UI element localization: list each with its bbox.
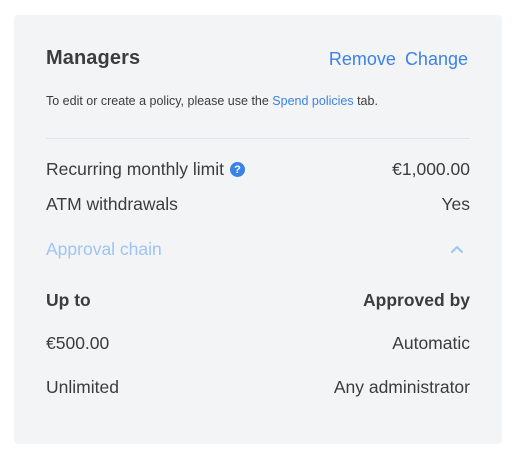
header-actions: Remove Change	[329, 49, 468, 70]
monthly-limit-label: Recurring monthly limit	[46, 159, 224, 179]
monthly-limit-label-wrap: Recurring monthly limit ?	[46, 159, 245, 180]
divider	[46, 138, 470, 139]
column-approved-by: Approved by	[363, 290, 470, 310]
atm-withdrawals-label: ATM withdrawals	[46, 194, 178, 214]
approval-table-header: Up to Approved by	[46, 290, 470, 311]
column-up-to: Up to	[46, 290, 91, 310]
approval-chain-label: Approval chain	[46, 238, 162, 259]
row-up-to: Unlimited	[46, 377, 119, 397]
atm-withdrawals-value: Yes	[441, 194, 470, 214]
atm-withdrawals-row: ATM withdrawals Yes	[46, 194, 470, 215]
monthly-limit-value: €1,000.00	[392, 159, 470, 179]
managers-card: Managers Remove Change To edit or create…	[14, 15, 502, 444]
card-title: Managers	[46, 46, 141, 69]
row-up-to: €500.00	[46, 333, 110, 353]
policy-note-suffix: tab.	[353, 94, 378, 108]
monthly-limit-row: Recurring monthly limit ? €1,000.00	[46, 159, 470, 180]
remove-button[interactable]: Remove	[329, 49, 396, 70]
card-header: Managers Remove Change	[46, 43, 468, 73]
row-approved-by: Automatic	[392, 333, 470, 353]
table-row: €500.00 Automatic	[46, 333, 470, 354]
policy-note: To edit or create a policy, please use t…	[46, 94, 378, 108]
table-row: Unlimited Any administrator	[46, 377, 470, 398]
change-button[interactable]: Change	[405, 49, 468, 70]
help-icon[interactable]: ?	[229, 162, 245, 177]
approval-chain-toggle[interactable]: Approval chain	[46, 236, 464, 262]
chevron-up-icon[interactable]	[450, 244, 464, 254]
policy-note-prefix: To edit or create a policy, please use t…	[46, 94, 273, 108]
spend-policies-link[interactable]: Spend policies	[272, 94, 353, 108]
row-approved-by: Any administrator	[333, 377, 470, 397]
